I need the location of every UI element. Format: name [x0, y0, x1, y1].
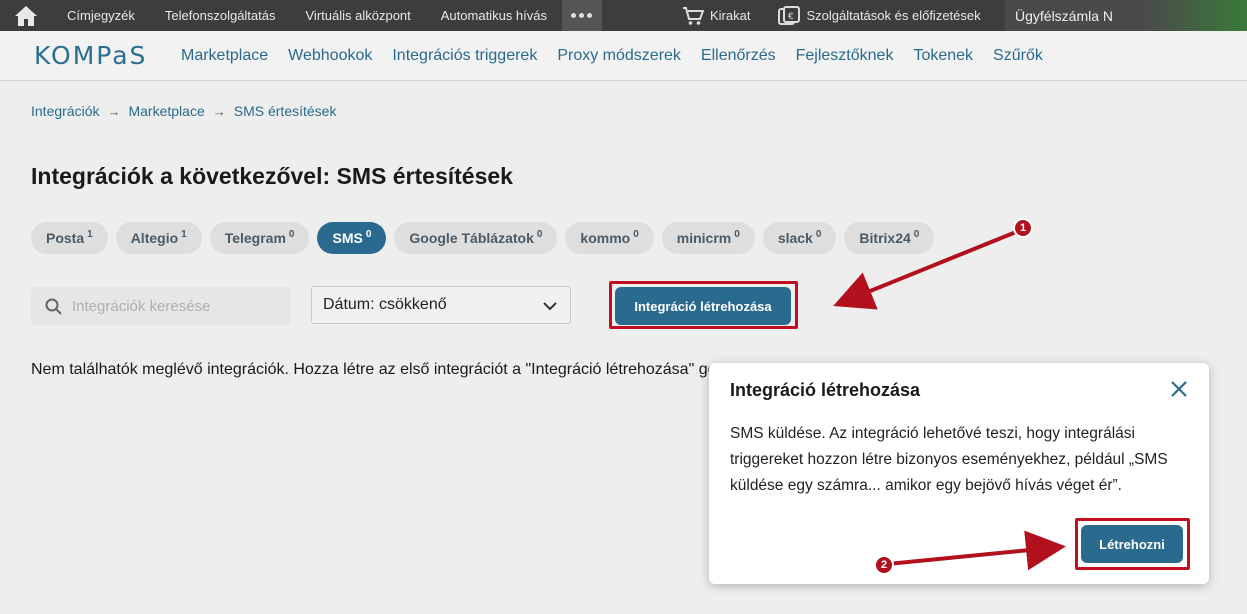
chip-count: 0 — [633, 228, 639, 240]
nav-proxy-methods[interactable]: Proxy módszerek — [557, 47, 681, 65]
main-nav: KOMPaS Marketplace Webhookok Integrációs… — [0, 31, 1247, 81]
create-integration-modal: Integráció létrehozása SMS küldése. Az i… — [709, 363, 1209, 584]
nav-tokens[interactable]: Tokenek — [913, 47, 973, 65]
modal-title: Integráció létrehozása — [730, 380, 921, 400]
chip-label: minicrm — [676, 230, 732, 246]
svg-text:€: € — [788, 12, 794, 22]
chip-minicrm[interactable]: minicrm 0 — [661, 222, 755, 254]
breadcrumb-integrations[interactable]: Integrációk — [31, 103, 99, 119]
showcase-link[interactable]: Kirakat — [668, 0, 764, 31]
chip-label: SMS — [332, 230, 363, 246]
chip-posta[interactable]: Posta 1 — [31, 222, 108, 254]
empty-state-message: Nem találhatók meglévő integrációk. Hozz… — [31, 361, 721, 378]
annotation-badge-1: 1 — [1013, 218, 1033, 238]
filter-chips: Posta 1 Altegio 1 Telegram 0 SMS 0 Google Tá… — [31, 222, 935, 254]
services-link[interactable]: € Szolgáltatások és előfizetések — [764, 0, 994, 31]
chip-count: 0 — [288, 228, 295, 240]
chip-label: Telegram — [224, 230, 286, 246]
top-bar: Címjegyzék Telefonszolgáltatás Virtuális… — [0, 0, 1247, 31]
top-right-group: Kirakat € Szolgáltatások és előfizetések — [668, 0, 995, 31]
home-button[interactable] — [0, 0, 52, 31]
more-menu-button[interactable] — [561, 0, 602, 31]
create-integration-button[interactable]: Integráció létrehozása — [615, 287, 791, 325]
home-icon — [15, 5, 37, 26]
chip-kommo[interactable]: kommo 0 — [565, 222, 654, 254]
chip-slack[interactable]: slack 0 — [762, 222, 837, 254]
chip-label: slack — [777, 230, 813, 246]
chip-label: Altegio — [130, 230, 179, 246]
top-item-auto-dial[interactable]: Automatikus hívás — [426, 0, 562, 31]
breadcrumb-current: SMS értesítések — [233, 103, 337, 119]
more-dot — [579, 13, 585, 18]
nav-filters[interactable]: Szűrők — [993, 47, 1043, 65]
nav-verification[interactable]: Ellenőrzés — [701, 47, 776, 65]
arrow-right-icon: → — [212, 103, 226, 119]
chip-google-sheets[interactable]: Google Táblázatok 0 — [394, 222, 558, 254]
modal-body: SMS küldése. Az integráció lehetővé tesz… — [730, 425, 1168, 494]
nav-links: Marketplace Webhookok Integrációs trigge… — [181, 31, 1043, 81]
chip-label: Google Táblázatok — [409, 230, 534, 246]
chip-label: Bitrix24 — [859, 230, 911, 246]
annotation-badge-2: 2 — [874, 555, 894, 575]
chip-altegio[interactable]: Altegio 1 — [115, 222, 202, 254]
page-title: Integrációk a következővel: SMS értesíté… — [31, 163, 513, 189]
chip-count: 0 — [734, 228, 740, 240]
search-box — [31, 287, 291, 325]
chevron-down-icon — [543, 302, 557, 311]
chip-label: Posta — [46, 230, 85, 246]
services-icon: € — [778, 5, 801, 25]
more-dots-icon — [571, 13, 577, 18]
close-icon[interactable] — [1169, 379, 1189, 399]
account-fade — [1117, 0, 1247, 31]
top-item-virtual-pbx[interactable]: Virtuális alközpont — [291, 0, 426, 31]
sort-select[interactable]: Dátum: csökkenő — [311, 286, 571, 324]
showcase-label: Kirakat — [710, 8, 751, 23]
nav-marketplace[interactable]: Marketplace — [181, 47, 268, 65]
nav-webhooks[interactable]: Webhookok — [288, 47, 372, 65]
chip-count: 1 — [181, 228, 187, 240]
chip-telegram[interactable]: Telegram 0 — [209, 222, 310, 254]
search-input[interactable] — [72, 297, 282, 315]
breadcrumb-marketplace[interactable]: Marketplace — [128, 103, 204, 119]
nav-integration-triggers[interactable]: Integrációs triggerek — [392, 47, 537, 65]
breadcrumb: Integrációk → Marketplace → SMS értesíté… — [31, 103, 336, 119]
chip-bitrix24[interactable]: Bitrix24 0 — [844, 222, 935, 254]
services-label: Szolgáltatások és előfizetések — [806, 8, 981, 23]
nav-developers[interactable]: Fejlesztőknek — [796, 47, 894, 65]
chip-count: 0 — [913, 228, 920, 240]
kompas-logo[interactable]: KOMPaS — [34, 41, 147, 70]
account-menu[interactable]: Ügyfélszámla N — [1005, 0, 1247, 31]
chip-count: 0 — [815, 228, 822, 240]
chip-count: 1 — [87, 228, 93, 240]
sort-select-value: Dátum: csökkenő — [323, 296, 447, 313]
modal-confirm-button[interactable]: Létrehozni — [1081, 525, 1183, 563]
chip-count: 0 — [365, 228, 372, 240]
cart-icon — [683, 6, 704, 25]
search-icon — [45, 298, 62, 315]
chip-sms[interactable]: SMS 0 — [317, 222, 387, 254]
top-item-telephony[interactable]: Telefonszolgáltatás — [150, 0, 291, 31]
account-label: Ügyfélszámla N — [1015, 7, 1114, 24]
more-dot — [587, 13, 593, 18]
chip-count: 0 — [536, 228, 543, 240]
top-item-contacts[interactable]: Címjegyzék — [52, 0, 150, 31]
arrow-right-icon: → — [107, 103, 121, 119]
chip-label: kommo — [580, 230, 631, 246]
